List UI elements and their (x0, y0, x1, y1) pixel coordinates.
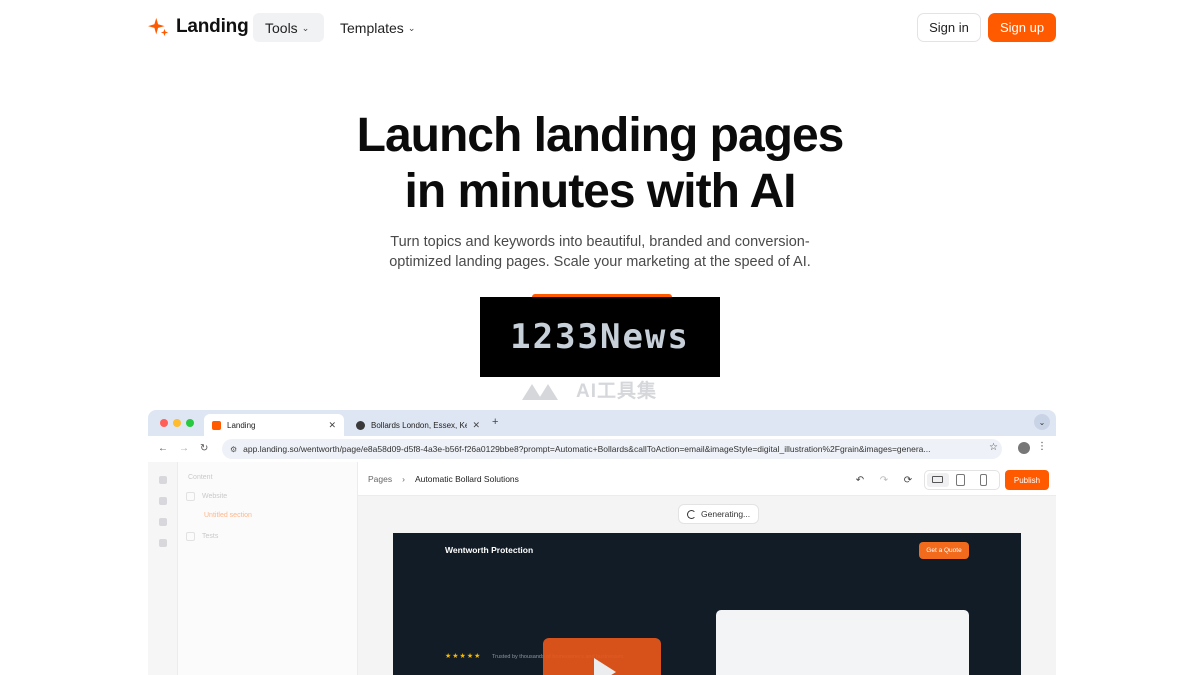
chevron-down-icon[interactable]: ⌄ (1034, 414, 1050, 430)
url-text: app.landing.so/wentworth/page/e8a58d09-d… (243, 444, 931, 454)
refresh-icon[interactable]: ⟳ (899, 471, 917, 489)
address-bar: ← → ↻ ⚙ app.landing.so/wentworth/page/e8… (148, 436, 1056, 462)
forward-arrow-icon[interactable]: → (179, 443, 189, 454)
panel-checkbox[interactable] (186, 492, 195, 501)
breadcrumb-pages[interactable]: Pages (368, 474, 392, 484)
hero-title-line2: in minutes with AI (404, 165, 797, 218)
browser-tab-bollards[interactable]: Bollards London, Essex, Kent ✕ (348, 414, 488, 436)
generating-label: Generating... (701, 509, 751, 519)
tab-title: Landing (227, 420, 256, 430)
logo[interactable]: Landing (148, 16, 249, 38)
panel-item-active[interactable]: Untitled section (204, 512, 252, 519)
panel-item[interactable]: Website (202, 493, 227, 500)
layers-icon[interactable] (159, 476, 167, 484)
edit-icon[interactable] (159, 497, 167, 505)
sign-up-button[interactable]: Sign up (988, 13, 1056, 42)
mobile-icon[interactable] (980, 474, 987, 486)
more-menu-icon[interactable]: ⋮ (1037, 441, 1047, 452)
panel-checkbox[interactable] (186, 532, 195, 541)
panel-section-label: Content (188, 474, 213, 481)
logo-text: Landing (176, 16, 249, 37)
hero-title: Launch landing pages in minutes with AI (300, 108, 900, 220)
sparkle-logo-icon (148, 17, 169, 37)
watermark-text: 1233News (510, 317, 690, 357)
settings-icon[interactable] (159, 539, 167, 547)
get-quote-button[interactable]: Get a Quote (919, 542, 969, 559)
close-window-dot[interactable] (160, 419, 168, 427)
desktop-glyph (932, 476, 943, 483)
editor-panel: Content Website Untitled section Tests (178, 462, 358, 675)
tab-title: Bollards London, Essex, Kent (371, 420, 467, 430)
preview-brand: Wentworth Protection (445, 545, 534, 555)
templates-label: Templates (340, 19, 404, 36)
watermark-text-secondary: AI工具集 (576, 381, 658, 402)
chevron-down-icon: ⌄ (407, 23, 416, 33)
breadcrumb-current[interactable]: Automatic Bollard Solutions (415, 474, 519, 484)
top-nav: Landing Tools ⌄ Templates ⌄ Sign in Sign… (0, 0, 1200, 56)
watermark-overlay: 1233News (480, 297, 720, 377)
video-play-button[interactable] (543, 638, 661, 675)
image-icon[interactable] (159, 518, 167, 526)
hero-subtitle: Turn topics and keywords into beautiful,… (389, 234, 811, 270)
watermark-secondary: AI工具集 (518, 376, 657, 403)
browser-mockup: Landing ✕ Bollards London, Essex, Kent ✕… (148, 410, 1056, 675)
back-arrow-icon[interactable]: ← (158, 443, 168, 454)
editor-canvas: Pages › Automatic Bollard Solutions ↶ ↷ … (358, 462, 1056, 675)
landing-favicon-icon (212, 420, 221, 430)
redo-icon[interactable]: ↷ (875, 471, 893, 489)
site-info-icon[interactable]: ⚙ (230, 445, 237, 454)
preview-image-card (716, 610, 969, 675)
publish-button[interactable]: Publish (1005, 470, 1049, 490)
cloud-logo-icon (522, 383, 558, 400)
tools-label: Tools (265, 19, 298, 36)
device-toggle (924, 470, 1000, 490)
editor-toolbar: Pages › Automatic Bollard Solutions ↶ ↷ … (358, 462, 1056, 496)
tablet-icon[interactable] (956, 474, 965, 486)
close-icon[interactable]: ✕ (328, 420, 336, 431)
editor-app: Content Website Untitled section Tests P… (148, 462, 1056, 675)
hero-title-line1: Launch landing pages (356, 109, 845, 162)
undo-icon[interactable]: ↶ (851, 471, 869, 489)
breadcrumb: Pages › Automatic Bollard Solutions (368, 474, 519, 484)
spinner-icon (687, 509, 696, 519)
panel-item[interactable]: Tests (202, 533, 218, 540)
close-icon[interactable]: ✕ (472, 420, 480, 431)
generating-status: Generating... (678, 504, 760, 524)
rating-stars: ★★★★★ (445, 653, 482, 660)
chevron-down-icon: ⌄ (301, 23, 310, 33)
page-preview[interactable]: Wentworth Protection Get a Quote ★★★★★ T… (393, 533, 1021, 675)
minimize-window-dot[interactable] (173, 419, 181, 427)
tools-menu[interactable]: Tools ⌄ (253, 13, 324, 42)
browser-tab-landing[interactable]: Landing ✕ (204, 414, 344, 436)
sign-in-button[interactable]: Sign in (917, 13, 981, 42)
reload-icon[interactable]: ↻ (200, 443, 208, 454)
chevron-right-icon: › (402, 474, 405, 484)
editor-rail (148, 462, 178, 675)
new-tab-icon[interactable]: + (492, 416, 498, 428)
templates-menu[interactable]: Templates ⌄ (328, 13, 424, 42)
site-favicon-icon (356, 420, 365, 430)
profile-avatar[interactable] (1018, 442, 1030, 454)
bookmark-star-icon[interactable]: ☆ (989, 442, 998, 453)
maximize-window-dot[interactable] (186, 419, 194, 427)
browser-tabbar: Landing ✕ Bollards London, Essex, Kent ✕… (148, 410, 1056, 436)
play-icon (594, 658, 616, 675)
url-input[interactable]: ⚙ app.landing.so/wentworth/page/e8a58d09… (222, 439, 1002, 459)
